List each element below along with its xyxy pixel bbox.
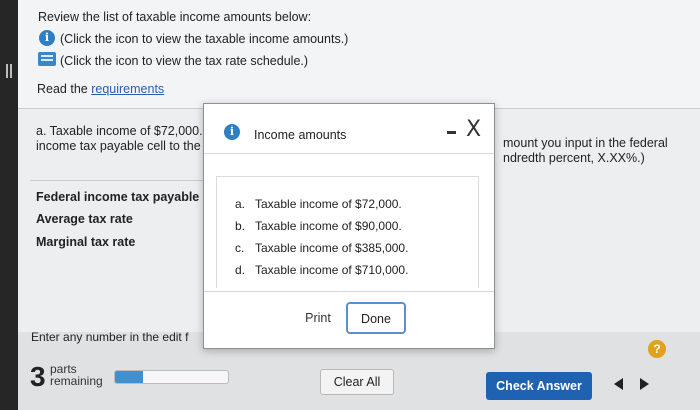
tax-schedule-link[interactable]: (Click the icon to view the tax rate sch…: [60, 54, 308, 68]
enter-number-hint: Enter any number in the edit f: [31, 330, 189, 344]
income-item: c. Taxable income of $385,000.: [235, 241, 408, 255]
read-requirements: Read the requirements: [37, 82, 164, 96]
minimize-icon[interactable]: [447, 131, 456, 134]
income-item: a. Taxable income of $72,000.: [235, 197, 402, 211]
parts-remaining-label: parts remaining: [50, 363, 103, 387]
item-letter: b.: [235, 219, 246, 233]
parts-label-line2: remaining: [50, 374, 103, 388]
income-item: d. Taxable income of $710,000.: [235, 263, 408, 277]
part-a-line2: income tax payable cell to the: [36, 139, 201, 153]
item-text: Taxable income of $72,000.: [255, 197, 402, 211]
info-icon[interactable]: i: [39, 30, 55, 46]
progress-fill: [115, 371, 144, 383]
review-text: Review the list of taxable income amount…: [38, 10, 312, 24]
item-letter: d.: [235, 263, 246, 277]
left-bezel: [0, 0, 18, 410]
dialog-divider: [204, 291, 494, 292]
income-item: b. Taxable income of $90,000.: [235, 219, 402, 233]
screen: Review the list of taxable income amount…: [0, 0, 700, 410]
close-icon[interactable]: X: [466, 119, 481, 141]
info-icon: i: [224, 124, 240, 140]
next-arrow-icon[interactable]: [640, 378, 649, 390]
parts-remaining-count: 3: [30, 361, 46, 392]
answer-row-label: Marginal tax rate: [36, 235, 136, 249]
drag-handle-icon[interactable]: [6, 64, 8, 78]
print-button[interactable]: Print: [300, 307, 336, 329]
done-button[interactable]: Done: [346, 302, 406, 334]
tax-schedule-icon[interactable]: [38, 52, 56, 66]
read-prefix: Read the: [37, 82, 92, 96]
table-divider: [30, 180, 210, 181]
item-text: Taxable income of $90,000.: [255, 219, 402, 233]
income-list-panel: a. Taxable income of $72,000. b. Taxable i…: [216, 176, 479, 288]
income-amounts-dialog: i Income amounts X a. Taxable income of $…: [203, 103, 495, 349]
progress-bar: [114, 370, 229, 384]
check-answer-button[interactable]: Check Answer: [486, 372, 592, 400]
item-text: Taxable income of $385,000.: [255, 241, 409, 255]
hint-line2: ndredth percent, X.XX%.): [503, 151, 645, 165]
clear-all-button[interactable]: Clear All: [320, 369, 394, 395]
item-text: Taxable income of $710,000.: [255, 263, 409, 277]
requirements-link[interactable]: requirements: [91, 82, 164, 96]
income-amounts-link[interactable]: (Click the icon to view the taxable inco…: [60, 32, 348, 46]
dialog-title: Income amounts: [254, 128, 347, 142]
item-letter: a.: [235, 197, 246, 211]
item-letter: c.: [235, 241, 245, 255]
answer-row-label: Average tax rate: [36, 212, 133, 226]
part-a-line1: a. Taxable income of $72,000.: [36, 124, 203, 138]
dialog-header: i Income amounts X: [204, 104, 494, 154]
hint-line1: mount you input in the federal: [503, 136, 668, 150]
help-icon[interactable]: ?: [648, 340, 666, 358]
previous-arrow-icon[interactable]: [614, 378, 623, 390]
answer-row-label: Federal income tax payable: [36, 190, 200, 204]
